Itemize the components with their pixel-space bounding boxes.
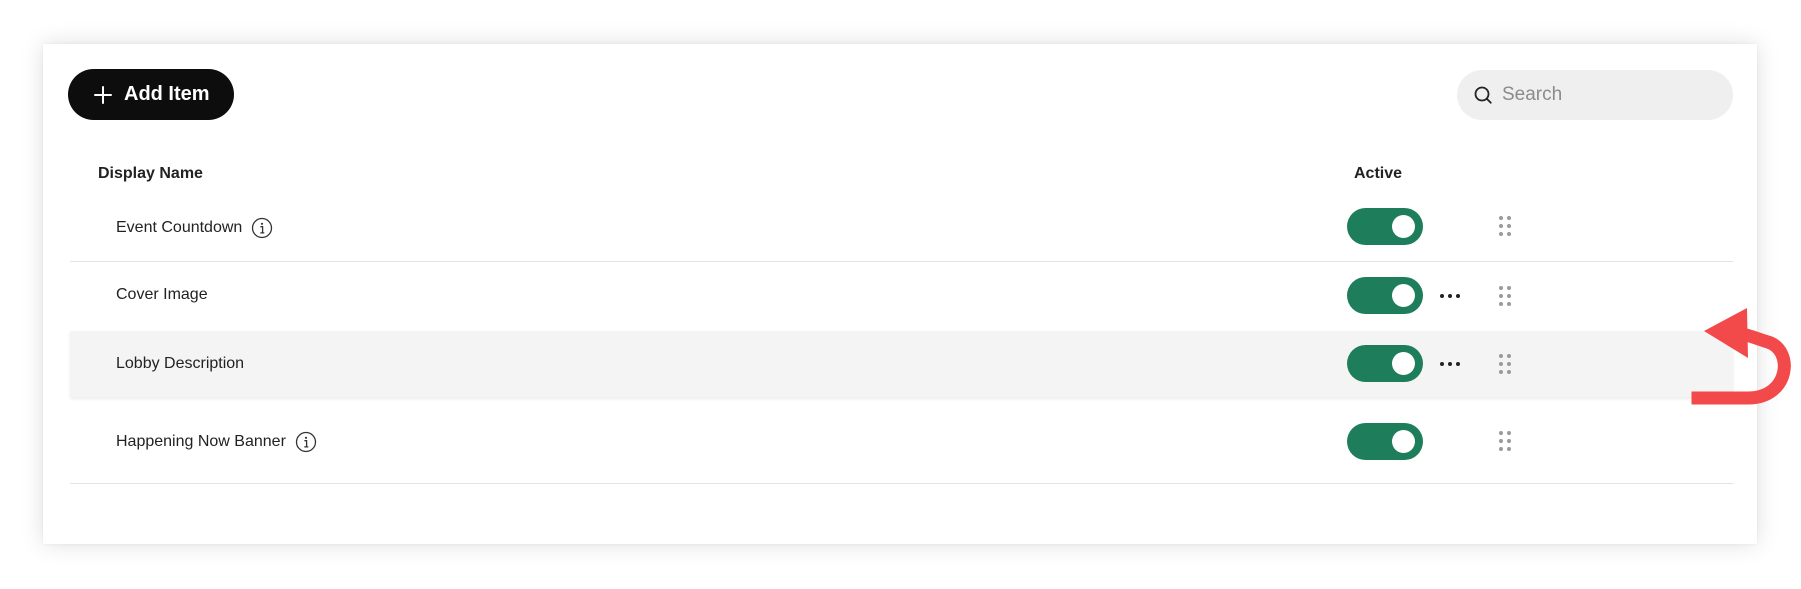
- row-name: Lobby Description: [116, 355, 245, 372]
- reorder-arrow-annotation: [1691, 308, 1791, 405]
- drag-handle-icon[interactable]: [1495, 429, 1515, 453]
- drag-handle-icon[interactable]: [1495, 352, 1515, 376]
- table-row: Event Countdown: [70, 192, 1733, 262]
- info-icon[interactable]: [295, 431, 317, 453]
- row-name: Cover Image: [116, 286, 208, 303]
- more-options-button[interactable]: [1432, 284, 1468, 308]
- more-horizontal-icon-dot: [1440, 294, 1444, 298]
- more-horizontal-icon-dot: [1448, 294, 1452, 298]
- search-input[interactable]: [1500, 83, 1724, 107]
- items-card: Add Item Display Name Active Event Count…: [43, 44, 1757, 544]
- more-horizontal-icon-dot: [1448, 362, 1452, 366]
- plus-icon: [94, 85, 112, 104]
- more-horizontal-icon-dot: [1440, 362, 1444, 366]
- add-item-label: Add Item: [124, 83, 210, 105]
- column-header-active: Active: [1354, 165, 1403, 182]
- active-toggle[interactable]: [1347, 277, 1423, 314]
- toggle-knob: [1392, 352, 1415, 375]
- row-name: Event Countdown: [116, 219, 243, 236]
- info-icon[interactable]: [251, 217, 273, 239]
- row-name: Happening Now Banner: [116, 433, 286, 450]
- drag-handle-icon[interactable]: [1495, 284, 1515, 308]
- toggle-knob: [1392, 215, 1415, 238]
- toggle-knob: [1392, 284, 1415, 307]
- active-toggle[interactable]: [1347, 345, 1423, 382]
- more-horizontal-icon-dot: [1456, 294, 1460, 298]
- search-box[interactable]: [1457, 70, 1733, 120]
- drag-handle-icon[interactable]: [1495, 214, 1515, 238]
- active-toggle[interactable]: [1347, 208, 1423, 245]
- column-header-display-name: Display Name: [98, 165, 203, 182]
- toggle-knob: [1392, 430, 1415, 453]
- more-horizontal-icon-dot: [1456, 362, 1460, 366]
- table-row: Happening Now Banner: [70, 397, 1733, 484]
- more-options-button[interactable]: [1432, 352, 1468, 376]
- table-row-highlighted[interactable]: Lobby Description: [70, 331, 1733, 397]
- table-row: Cover Image: [70, 262, 1733, 331]
- add-item-button[interactable]: Add Item: [68, 69, 234, 120]
- active-toggle[interactable]: [1347, 423, 1423, 460]
- search-icon: [1474, 86, 1492, 104]
- row-divider: [70, 483, 1733, 484]
